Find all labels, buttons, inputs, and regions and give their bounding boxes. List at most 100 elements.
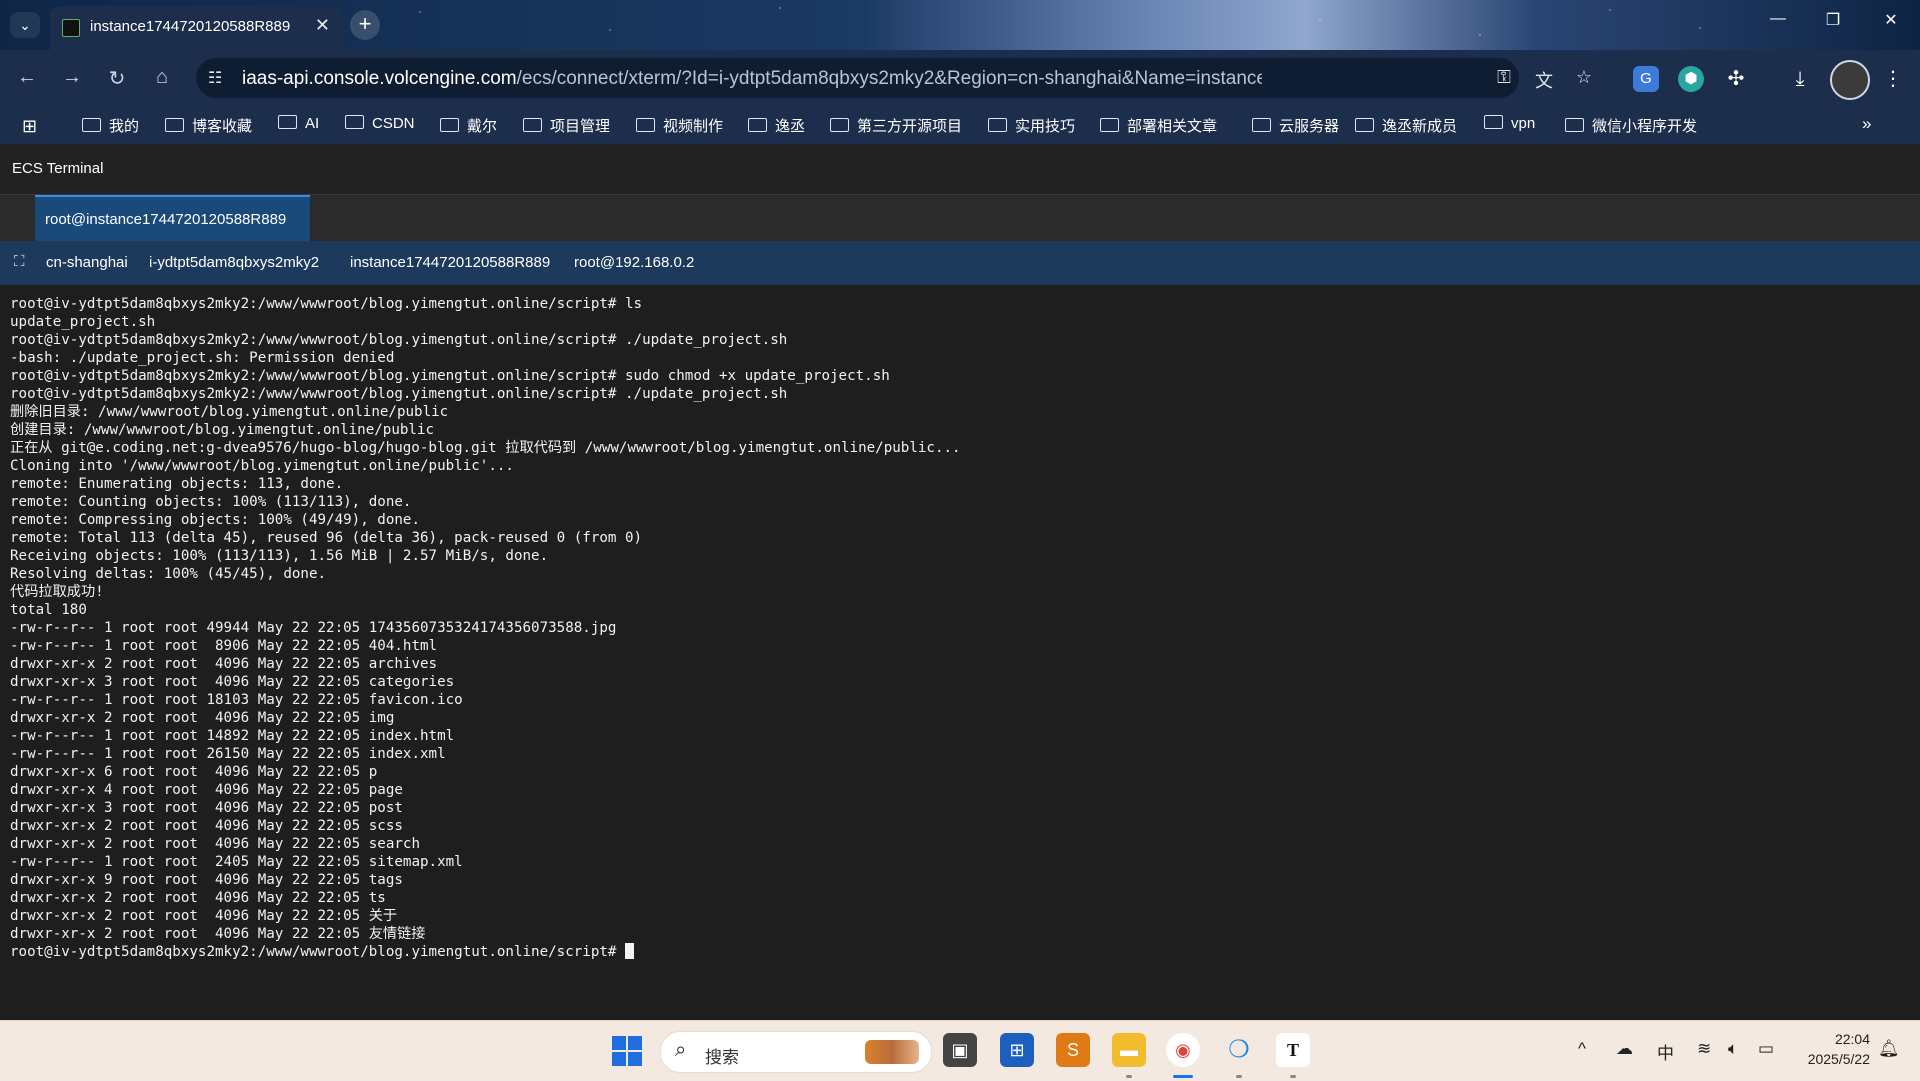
terminal-line: root@iv-ydtpt5dam8qbxys2mky2:/www/wwwroo…	[10, 296, 643, 312]
google-translate-extension-icon[interactable]: G	[1633, 66, 1659, 92]
forward-arrow-icon[interactable]: →	[59, 66, 85, 89]
restore-icon[interactable]: ❐	[1818, 10, 1848, 30]
terminal-line: update_project.sh	[10, 314, 156, 330]
browser-tab-strip: ⌄ instance1744720120588R889 ✕ + — ❐ ✕	[0, 0, 1920, 50]
url-text[interactable]: iaas-api.console.volcengine.com/ecs/conn…	[242, 68, 1262, 90]
download-icon[interactable]: ⤓	[1787, 66, 1813, 92]
instance-info-bar: ⛶ cn-shanghai i-ydtpt5dam8qbxys2mky2 ins…	[0, 241, 1920, 285]
clock-date: 2025/5/22	[1807, 1051, 1870, 1067]
bookmark-folder-8[interactable]: 第三方开源项目	[830, 115, 962, 136]
terminal-line: 代码拉取成功!	[10, 584, 104, 600]
bookmark-folder-2[interactable]: AI	[278, 115, 319, 132]
folder-icon	[1355, 118, 1374, 132]
terminal-line: -rw-r--r-- 1 root root 26150 May 22 22:0…	[10, 746, 446, 762]
bookmark-label: 项目管理	[550, 118, 611, 135]
terminal-line: drwxr-xr-x 2 root root 4096 May 22 22:05…	[10, 656, 438, 672]
home-icon[interactable]: ⌂	[149, 66, 175, 89]
bookmark-star-icon[interactable]: ☆	[1572, 67, 1596, 88]
extensions-puzzle-icon[interactable]: ✣	[1723, 66, 1749, 92]
bookmark-folder-11[interactable]: 云服务器	[1252, 115, 1339, 136]
bookmark-folder-4[interactable]: 戴尔	[440, 115, 497, 136]
terminal-line: root@iv-ydtpt5dam8qbxys2mky2:/www/wwwroo…	[10, 386, 788, 402]
bookmark-folder-1[interactable]: 博客收藏	[165, 115, 252, 136]
volume-icon[interactable]: 🔈︎	[1728, 1039, 1738, 1059]
terminal-line: drwxr-xr-x 9 root root 4096 May 22 22:05…	[10, 872, 403, 888]
bookmark-folder-12[interactable]: 逸丞新成员	[1355, 115, 1457, 136]
site-info-icon[interactable]: ☷	[208, 68, 222, 88]
file-explorer-icon[interactable]: ▬	[1112, 1033, 1146, 1067]
bookmark-folder-7[interactable]: 逸丞	[748, 115, 805, 136]
terminal-prompt-line[interactable]: root@iv-ydtpt5dam8qbxys2mky2:/www/wwwroo…	[10, 943, 961, 961]
bookmark-label: vpn	[1511, 115, 1536, 132]
bookmarks-overflow-chevron-icon[interactable]: »	[1862, 114, 1871, 134]
bookmark-folder-13[interactable]: vpn	[1484, 115, 1535, 132]
tab-session-root[interactable]: root@instance1744720120588R889	[35, 195, 310, 243]
terminal-line: 创建目录: /www/wwwroot/blog.yimengtut.online…	[10, 422, 435, 438]
session-tab-bar: root@instance1744720120588R889	[0, 195, 1920, 243]
terminal-line: root@iv-ydtpt5dam8qbxys2mky2:/www/wwwroo…	[10, 332, 788, 348]
bookmark-label: 部署相关文章	[1127, 118, 1218, 135]
minimize-icon[interactable]: —	[1763, 10, 1793, 28]
wifi-icon[interactable]: ≋	[1697, 1039, 1711, 1059]
kebab-menu-icon[interactable]: ⋮	[1880, 66, 1906, 92]
translate-icon[interactable]: 文	[1532, 67, 1556, 93]
bookmark-label: CSDN	[372, 115, 415, 132]
bookmark-folder-0[interactable]: 我的	[82, 115, 139, 136]
bookmark-folder-9[interactable]: 实用技巧	[988, 115, 1075, 136]
bookmark-folder-14[interactable]: 微信小程序开发	[1565, 115, 1697, 136]
taskbar-clock[interactable]: 22:04 2025/5/22	[1790, 1029, 1870, 1069]
bookmark-label: 博客收藏	[192, 118, 253, 135]
notification-bell-icon[interactable]: 🔔︎	[1878, 1039, 1900, 1059]
region-label: cn-shanghai	[46, 254, 128, 271]
folder-icon	[748, 118, 767, 132]
extension-hex-icon[interactable]: ⬢	[1678, 66, 1704, 92]
sublime-text-icon[interactable]: S	[1056, 1033, 1090, 1067]
bookmark-label: 戴尔	[467, 118, 498, 135]
windows-start-icon[interactable]	[612, 1036, 642, 1066]
folder-icon	[1252, 118, 1271, 132]
new-tab-button[interactable]: +	[350, 10, 380, 40]
folder-icon	[278, 115, 297, 129]
chrome-icon[interactable]: ◉	[1166, 1033, 1200, 1067]
profile-avatar[interactable]	[1830, 60, 1870, 100]
window-close-icon[interactable]: ✕	[1876, 10, 1906, 30]
reload-icon[interactable]: ↻	[104, 66, 130, 91]
xterm-terminal[interactable]: root@iv-ydtpt5dam8qbxys2mky2:/www/wwwroo…	[0, 285, 1920, 1020]
terminal-line: drwxr-xr-x 6 root root 4096 May 22 22:05…	[10, 764, 378, 780]
folder-icon	[830, 118, 849, 132]
terminal-line: Cloning into '/www/wwwroot/blog.yimengtu…	[10, 458, 514, 474]
typora-icon[interactable]: T	[1276, 1033, 1310, 1067]
ime-indicator[interactable]: 中	[1657, 1039, 1674, 1064]
tab-close-icon[interactable]: ✕	[315, 15, 330, 36]
bookmark-folder-6[interactable]: 视频制作	[636, 115, 723, 136]
apps-grid-icon[interactable]: ⊞	[22, 116, 37, 137]
bookmark-folder-5[interactable]: 项目管理	[523, 115, 610, 136]
terminal-line: drwxr-xr-x 4 root root 4096 May 22 22:05…	[10, 782, 403, 798]
onedrive-offline-icon[interactable]: ☁	[1616, 1039, 1633, 1059]
terminal-line: -rw-r--r-- 1 root root 2405 May 22 22:05…	[10, 854, 463, 870]
bookmark-folder-3[interactable]: CSDN	[345, 115, 415, 132]
bookmark-label: 云服务器	[1279, 118, 1340, 135]
explorer-running-indicator	[1126, 1075, 1132, 1078]
browser-tab-active[interactable]: instance1744720120588R889 ✕	[50, 6, 342, 50]
terminal-line: 删除旧目录: /www/wwwroot/blog.yimengtut.onlin…	[10, 404, 449, 420]
bookmark-label: 第三方开源项目	[857, 118, 963, 135]
key-icon[interactable]: ⚿	[1492, 67, 1516, 88]
fullscreen-icon[interactable]: ⛶	[14, 253, 25, 270]
chat-app-icon[interactable]: ❍	[1222, 1033, 1256, 1067]
battery-icon[interactable]: ▭	[1758, 1039, 1774, 1059]
back-arrow-icon[interactable]: ←	[14, 66, 40, 89]
search-icon: ⌕	[675, 1039, 687, 1061]
task-view-icon[interactable]: ▣	[943, 1033, 977, 1067]
folder-icon	[1100, 118, 1119, 132]
tab-search-chevron-icon[interactable]: ⌄	[10, 12, 40, 38]
folder-icon	[1565, 118, 1584, 132]
microsoft-store-icon[interactable]: ⊞	[1000, 1033, 1034, 1067]
taskbar-search-box[interactable]: ⌕ 搜索	[660, 1031, 932, 1073]
ecs-terminal-header: ECS Terminal	[0, 144, 1920, 195]
bookmark-folder-10[interactable]: 部署相关文章	[1100, 115, 1217, 136]
folder-icon	[345, 115, 364, 129]
folder-icon	[988, 118, 1007, 132]
tray-overflow-chevron-icon[interactable]: ^	[1578, 1039, 1586, 1059]
address-bar[interactable]: ☷ iaas-api.console.volcengine.com/ecs/co…	[196, 58, 1592, 98]
